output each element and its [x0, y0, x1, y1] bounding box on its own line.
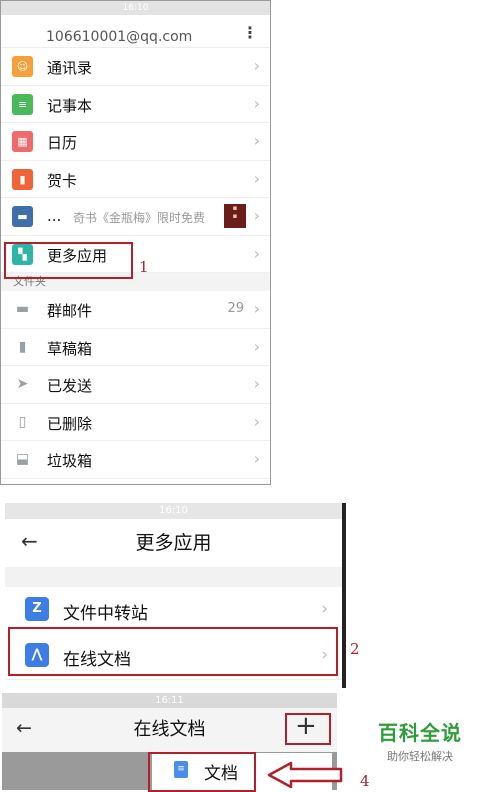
- chevron-right-icon: ›: [253, 93, 260, 113]
- greeting-card-icon: ▮: [12, 168, 33, 190]
- spam-icon: ⬓: [15, 451, 30, 467]
- folder-label: 垃圾箱: [47, 452, 93, 470]
- status-bar: 16:11: [2, 693, 337, 708]
- chevron-right-icon: ›: [253, 299, 260, 318]
- app-label: 记事本: [47, 96, 93, 115]
- account-email: 106610001@qq.com: [46, 29, 193, 45]
- pointer-arrow-icon: [267, 761, 343, 789]
- trash-icon: ▯: [18, 413, 27, 430]
- draft-icon: ▮: [18, 338, 27, 355]
- app-label: ...: [47, 207, 62, 225]
- folder-item-sent[interactable]: ➤ 已发送 ›: [1, 366, 270, 404]
- status-time: 16:10: [159, 505, 188, 516]
- chevron-right-icon: ›: [253, 131, 260, 150]
- folder-label: 群邮件: [47, 302, 93, 320]
- status-bar: 16:10: [1, 1, 270, 15]
- chevron-right-icon: ›: [253, 449, 260, 468]
- app-label: 文件中转站: [63, 604, 148, 624]
- status-bar: 16:10: [5, 503, 342, 519]
- step-number-4: 4: [360, 772, 370, 790]
- account-header[interactable]: 106610001@qq.com ⋮: [1, 15, 270, 48]
- chevron-right-icon: ›: [253, 56, 260, 75]
- folder-label: 已发送: [47, 377, 93, 395]
- watermark-logo: 百科全说 助你轻松解决: [360, 717, 480, 764]
- app-label: 通讯录: [47, 59, 93, 77]
- folder-label: 草稿箱: [47, 339, 93, 358]
- contacts-icon: ☺: [12, 56, 33, 77]
- folder-item-group-mail[interactable]: ▬ 群邮件 29 ›: [1, 291, 270, 329]
- app-label: 贺卡: [47, 171, 78, 190]
- chevron-right-icon: ›: [253, 411, 260, 431]
- status-time: 16:10: [122, 3, 149, 13]
- chevron-right-icon: ›: [253, 206, 260, 225]
- step-number-2: 2: [350, 640, 360, 658]
- send-icon: ➤: [16, 376, 29, 392]
- reader-icon: ▬: [12, 206, 33, 227]
- notepad-icon: ≡: [12, 93, 33, 115]
- folder-icon: ▬: [15, 301, 30, 317]
- page-title: 更多应用: [135, 532, 212, 554]
- calendar-icon: ▦: [12, 131, 33, 152]
- watermark-subtitle: 助你轻松解决: [387, 750, 453, 763]
- highlight-box-add: [285, 713, 331, 745]
- highlight-box-online-docs: [8, 627, 338, 676]
- promo-text: 奇书《金瓶梅》限时免费: [73, 211, 206, 225]
- divider-gap: [5, 567, 342, 587]
- app-item-contacts[interactable]: ☺ 通讯录 ›: [1, 48, 270, 86]
- app-item-reader[interactable]: ▬ ... 奇书《金瓶梅》限时免费 ▪ ▪ ›: [1, 198, 270, 236]
- app-label: 日历: [47, 134, 78, 152]
- highlight-box-more-apps: [4, 242, 133, 279]
- chevron-right-icon: ›: [321, 599, 328, 619]
- unread-count: 29: [227, 301, 244, 316]
- chevron-right-icon: ›: [253, 168, 260, 188]
- highlight-box-document: [148, 752, 256, 792]
- status-time: 16:11: [155, 695, 184, 706]
- chevron-right-icon: ›: [253, 374, 260, 393]
- watermark-title: 百科全说: [378, 721, 462, 745]
- folder-item-drafts[interactable]: ▮ 草稿箱 ›: [1, 328, 270, 366]
- chevron-right-icon: ›: [253, 243, 260, 263]
- app-item-calendar[interactable]: ▦ 日历 ›: [1, 123, 270, 161]
- step-number-1: 1: [139, 258, 149, 276]
- book-cover-thumbnail: ▪ ▪: [224, 204, 246, 228]
- folder-item-deleted[interactable]: ▯ 已删除 ›: [1, 403, 270, 441]
- folder-item-spam[interactable]: ⬓ 垃圾箱 ›: [1, 441, 270, 479]
- app-item-notepad[interactable]: ≡ 记事本 ›: [1, 85, 270, 123]
- folder-label: 已删除: [47, 414, 93, 433]
- transfer-icon: Z: [25, 597, 49, 621]
- more-options-icon[interactable]: ⋮: [242, 25, 258, 41]
- app-item-greeting-card[interactable]: ▮ 贺卡 ›: [1, 160, 270, 198]
- chevron-right-icon: ›: [253, 336, 260, 356]
